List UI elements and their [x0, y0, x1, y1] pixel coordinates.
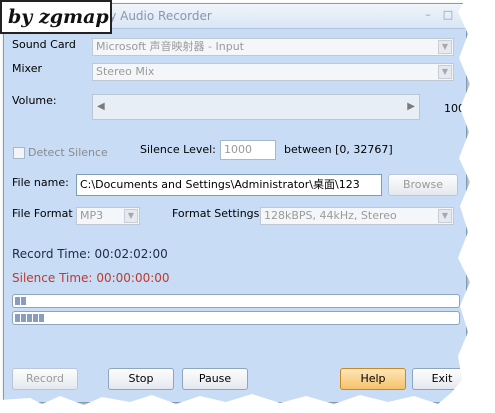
record-button[interactable]: Record	[12, 368, 78, 390]
silence-level-value: 1000	[224, 143, 252, 156]
format-settings-label: Format Settings	[172, 207, 260, 220]
level-meter-2-fill	[15, 314, 457, 322]
level-meter-1-fill	[15, 297, 457, 305]
meter-segment	[15, 314, 20, 322]
mixer-select[interactable]: Stereo Mix ▼	[92, 63, 454, 81]
help-button[interactable]: Help	[340, 368, 406, 390]
volume-label: Volume:	[12, 94, 57, 107]
level-meter-1	[12, 294, 460, 308]
silence-time: Silence Time: 00:00:00:00	[12, 271, 170, 285]
pause-button[interactable]: Pause	[182, 368, 248, 390]
maximize-icon[interactable]: □	[442, 9, 454, 21]
arrow-left-icon[interactable]: ◀	[97, 101, 105, 112]
silence-time-label: Silence Time:	[12, 271, 93, 285]
meter-segment	[39, 314, 44, 322]
record-time-value: 00:02:02:00	[94, 247, 168, 261]
chevron-down-icon[interactable]: ▼	[438, 40, 452, 54]
chevron-down-icon[interactable]: ▼	[124, 209, 138, 223]
mixer-label: Mixer	[12, 62, 43, 75]
volume-slider[interactable]: ◀ ▶	[92, 94, 420, 120]
sound-card-value: Microsoft 声音映射器 - Input	[96, 40, 245, 53]
exit-button[interactable]: Exit	[412, 368, 466, 390]
meter-segment	[15, 297, 20, 305]
chevron-down-icon[interactable]: ▼	[438, 209, 452, 223]
arrow-right-icon[interactable]: ▶	[407, 101, 415, 112]
file-format-value: MP3	[80, 209, 104, 222]
meter-segment	[33, 314, 38, 322]
sound-card-label: Sound Card	[12, 38, 76, 51]
silence-time-value: 00:00:00:00	[96, 271, 170, 285]
watermark: by zgmap	[0, 0, 112, 34]
sound-card-select[interactable]: Microsoft 声音映射器 - Input ▼	[92, 38, 454, 56]
silence-range-text: between [0, 32767]	[284, 143, 393, 156]
file-name-value: C:\Documents and Settings\Administrator\…	[80, 178, 360, 191]
browse-button[interactable]: Browse	[388, 174, 458, 196]
file-name-label: File name:	[12, 176, 69, 189]
detect-silence-label: Detect Silence	[28, 146, 108, 159]
stop-button[interactable]: Stop	[108, 368, 174, 390]
level-meter-2	[12, 311, 460, 325]
record-time-label: Record Time:	[12, 247, 91, 261]
detect-silence-checkbox[interactable]	[13, 147, 25, 159]
chevron-down-icon[interactable]: ▼	[438, 65, 452, 79]
format-settings-select[interactable]: 128kBPS, 44kHz, Stereo ▼	[260, 207, 454, 225]
format-settings-value: 128kBPS, 44kHz, Stereo	[264, 209, 397, 222]
minimize-icon[interactable]: –	[422, 9, 434, 21]
file-name-input[interactable]: C:\Documents and Settings\Administrator\…	[76, 174, 382, 196]
meter-segment	[21, 297, 26, 305]
silence-level-input[interactable]: 1000	[220, 140, 276, 160]
mixer-value: Stereo Mix	[96, 65, 155, 78]
volume-value: 100	[444, 102, 465, 115]
file-format-select[interactable]: MP3 ▼	[76, 207, 140, 225]
silence-level-label: Silence Level:	[140, 143, 216, 156]
meter-segment	[21, 314, 26, 322]
meter-segment	[27, 314, 32, 322]
file-format-label: File Format	[12, 207, 73, 220]
record-time: Record Time: 00:02:02:00	[12, 247, 168, 261]
app-window: Easy Audio Recorder – □ Sound Card Micro…	[3, 3, 467, 403]
